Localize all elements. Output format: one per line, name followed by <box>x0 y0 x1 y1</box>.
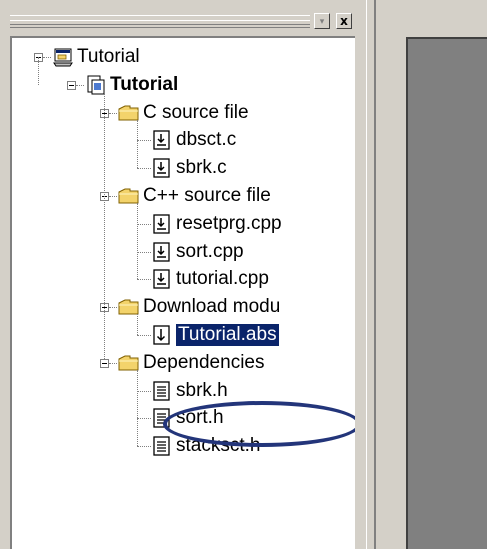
tree-node-label: Tutorial <box>77 46 140 67</box>
tree-connector <box>109 196 117 197</box>
tree-connector <box>38 57 39 85</box>
file-label: sbrk.c <box>176 157 227 179</box>
tree-connector <box>137 335 151 336</box>
drag-grip[interactable] <box>10 15 310 28</box>
download-module-icon <box>151 324 173 351</box>
tree-connector <box>137 251 151 253</box>
file-label: dbsct.c <box>176 129 237 151</box>
collapse-toggle-icon[interactable] <box>100 358 109 368</box>
tree-node-project[interactable]: Tutorial <box>12 74 352 96</box>
project-label: Tutorial <box>110 73 179 95</box>
selection-highlight-ring <box>163 401 355 447</box>
collapse-toggle-icon[interactable] <box>67 80 76 90</box>
tree-connector <box>137 279 151 281</box>
close-icon: x <box>340 14 348 28</box>
tree-connector <box>137 314 138 335</box>
tree-connector <box>137 203 138 280</box>
source-file-icon <box>151 213 173 240</box>
tree-node-file[interactable]: sbrk.h <box>12 380 352 402</box>
tree-node-file[interactable]: sort.cpp <box>12 241 352 263</box>
tree-connector <box>43 57 51 58</box>
tree-connector <box>137 390 151 392</box>
tree-connector <box>109 307 117 309</box>
header-file-icon <box>151 435 173 462</box>
file-label: resetprg.cpp <box>176 212 282 234</box>
tree-connector <box>137 369 138 447</box>
tree-node-file[interactable]: sbrk.c <box>12 157 352 179</box>
source-file-icon <box>151 157 173 184</box>
workspace-icon <box>52 46 74 73</box>
tree-connector <box>104 91 105 359</box>
tree-connector <box>109 362 117 364</box>
tree-connector <box>137 223 151 225</box>
file-label: sbrk.h <box>176 379 228 401</box>
tree-node-file[interactable]: tutorial.cpp <box>12 268 352 290</box>
header-file-icon <box>151 380 173 407</box>
tree-node-file[interactable]: resetprg.cpp <box>12 213 352 235</box>
editor-area[interactable] <box>406 37 487 549</box>
tree-connector <box>137 418 151 420</box>
workspace-titlebar[interactable]: ▾ x <box>6 11 358 33</box>
pane-menu-button[interactable]: ▾ <box>314 13 330 29</box>
tree-connector <box>76 84 84 86</box>
tree-node-folder[interactable]: Download modu <box>12 296 352 318</box>
tree-node-label: C++ source file <box>143 185 271 206</box>
source-file-icon <box>151 268 173 295</box>
tree-connector <box>137 140 151 142</box>
splitter-line <box>374 0 376 549</box>
tree-connector <box>137 119 138 169</box>
tree-connector <box>137 446 151 448</box>
tree-node-folder[interactable]: Dependencies <box>12 352 352 374</box>
file-label: tutorial.cpp <box>176 268 269 290</box>
pane-close-button[interactable]: x <box>336 13 352 29</box>
tree-node-folder[interactable]: C source file <box>12 102 352 124</box>
workspace-tree[interactable]: Tutorial Tutorial C source file dbsct.c sbrk… <box>10 36 355 549</box>
file-label: sort.cpp <box>176 240 244 262</box>
source-file-icon <box>151 241 173 268</box>
tree-node-workspace[interactable]: Tutorial <box>12 46 352 68</box>
source-file-icon <box>151 129 173 156</box>
tree-node-file-selected[interactable]: Tutorial.abs <box>12 324 352 346</box>
file-label: Tutorial.abs <box>176 324 279 346</box>
tree-node-file[interactable]: dbsct.c <box>12 129 352 151</box>
tree-node-label: C source file <box>143 101 249 123</box>
tree-node-folder[interactable]: C++ source file <box>12 185 352 207</box>
tree-node-label: Download modu <box>143 296 281 318</box>
chevron-down-icon: ▾ <box>319 16 325 26</box>
tree-connector <box>137 168 151 170</box>
tree-node-label: Dependencies <box>143 351 265 373</box>
tree-connector <box>109 112 117 114</box>
